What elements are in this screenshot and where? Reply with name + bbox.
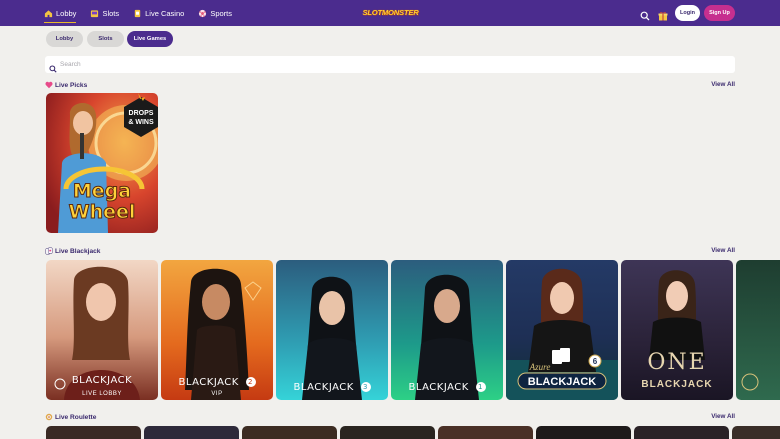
nav-sports[interactable]: Sports (198, 0, 232, 26)
blackjack-1-label: BLACKJACK 1 (391, 382, 503, 393)
section-live-picks-title: Live Picks (55, 81, 88, 89)
search-icon (49, 60, 57, 73)
roulette-icon (45, 413, 53, 421)
roulette-card-thumbnail (242, 426, 337, 439)
search-icon[interactable] (640, 8, 650, 21)
blackjack-live-lobby-label: BLACKJACK (71, 375, 133, 386)
blackjack-1-number: 1 (475, 382, 486, 392)
site-logo-text: SLOTMONSTER (362, 8, 419, 17)
blackjack-1-label-text: BLACKJACK (408, 382, 469, 393)
live-roulette-view-all-link[interactable]: View All (705, 412, 735, 422)
section-live-blackjack-header: Live Blackjack (45, 246, 100, 256)
section-live-roulette-header: Live Roulette (45, 412, 96, 422)
blackjack-2-number: 2 (245, 377, 256, 387)
heart-icon (45, 81, 53, 89)
one-blackjack-label: BLACKJACK (641, 379, 712, 390)
partial-card-thumbnail (736, 260, 780, 400)
home-icon (44, 9, 53, 18)
login-button[interactable]: Login (675, 5, 700, 21)
roulette-card[interactable] (732, 426, 780, 439)
roulette-card-thumbnail (634, 426, 729, 439)
blackjack-live-lobby-sub: LIVE LOBBY (82, 391, 122, 397)
nav-live-casino-label: Live Casino (145, 8, 185, 18)
blackjack-2-label-text: BLACKJACK (178, 377, 239, 388)
nav-slots-label: Slots (102, 8, 120, 18)
roulette-card[interactable] (438, 426, 533, 439)
blackjack-3-label-text: BLACKJACK (293, 382, 354, 393)
azure-blackjack-number: 6 (593, 357, 598, 366)
game-card-blackjack-3[interactable]: BLACKJACK 3 (276, 260, 388, 400)
subtab-slots[interactable]: Slots (87, 31, 124, 47)
nav-lobby[interactable]: Lobby (44, 0, 77, 26)
roulette-card[interactable] (340, 426, 435, 439)
game-card-blackjack-2-vip[interactable]: BLACKJACK 2 VIP (161, 260, 273, 400)
roulette-card-thumbnail (340, 426, 435, 439)
roulette-card[interactable] (634, 426, 729, 439)
search-bar (45, 56, 735, 73)
badge-line-1: DROPS (129, 110, 154, 117)
roulette-card[interactable] (536, 426, 631, 439)
azure-blackjack-thumbnail: 6 Azure BLACKJACK (506, 260, 618, 400)
mega-wheel-title-line-2: Wheel (69, 201, 136, 223)
roulette-card-thumbnail (732, 426, 780, 439)
slot-machine-icon (90, 9, 99, 18)
one-prefix: ONE (647, 350, 706, 375)
nav-live-casino[interactable]: Live Casino (133, 0, 184, 26)
roulette-card-thumbnail (536, 426, 631, 439)
subtab-lobby[interactable]: Lobby (46, 31, 83, 47)
nav-slots[interactable]: Slots (90, 0, 119, 26)
mega-wheel-title-line-1: Mega (73, 180, 131, 202)
site-logo[interactable]: SLOTMONSTER (362, 5, 419, 21)
badge-line-2: & WINS (128, 119, 154, 126)
live-picks-view-all-link[interactable]: View All (705, 80, 735, 90)
roulette-card-thumbnail (144, 426, 239, 439)
roulette-card-thumbnail (438, 426, 533, 439)
blackjack-1-thumbnail (391, 260, 503, 400)
roulette-card[interactable] (144, 426, 239, 439)
top-navigation-bar: Lobby Slots Live Casino Sports SLOTMONST… (0, 0, 780, 26)
search-input[interactable] (60, 56, 720, 73)
blackjack-3-number: 3 (360, 382, 371, 392)
section-live-roulette-title: Live Roulette (55, 413, 97, 421)
roulette-card[interactable] (242, 426, 337, 439)
soccer-ball-icon (198, 9, 207, 18)
game-card-mega-wheel[interactable]: DROPS & WINS Mega Wheel (46, 93, 158, 233)
blackjack-3-thumbnail (276, 260, 388, 400)
main-nav: Lobby Slots Live Casino Sports (44, 0, 246, 26)
nav-sports-label: Sports (210, 8, 233, 18)
section-live-picks-header: Live Picks (45, 80, 87, 90)
azure-blackjack-label: BLACKJACK (528, 376, 597, 388)
blackjack-3-label: BLACKJACK 3 (276, 382, 388, 393)
gift-icon[interactable] (658, 8, 668, 21)
roulette-card-thumbnail (46, 426, 141, 439)
cards-icon (45, 247, 53, 255)
game-card-blackjack-1[interactable]: BLACKJACK 1 (391, 260, 503, 400)
live-casino-icon (133, 9, 142, 18)
roulette-card[interactable] (46, 426, 141, 439)
one-blackjack-thumbnail: ONE BLACKJACK (621, 260, 733, 400)
game-card-partial[interactable] (736, 260, 780, 400)
signup-button[interactable]: Sign Up (704, 5, 735, 21)
blackjack-2-label: BLACKJACK 2 (161, 377, 273, 388)
azure-prefix: Azure (529, 362, 551, 372)
game-card-one-blackjack[interactable]: ONE BLACKJACK (621, 260, 733, 400)
game-card-blackjack-live-lobby[interactable]: BLACKJACK LIVE LOBBY (46, 260, 158, 400)
nav-lobby-label: Lobby (56, 8, 77, 18)
subtab-live-games[interactable]: Live Games (127, 31, 173, 47)
section-live-blackjack-title: Live Blackjack (55, 247, 101, 255)
game-card-azure-blackjack[interactable]: 6 Azure BLACKJACK (506, 260, 618, 400)
blackjack-vip-sub: VIP (211, 391, 223, 397)
mega-wheel-thumbnail: DROPS & WINS Mega Wheel (46, 93, 158, 233)
live-blackjack-view-all-link[interactable]: View All (705, 246, 735, 256)
